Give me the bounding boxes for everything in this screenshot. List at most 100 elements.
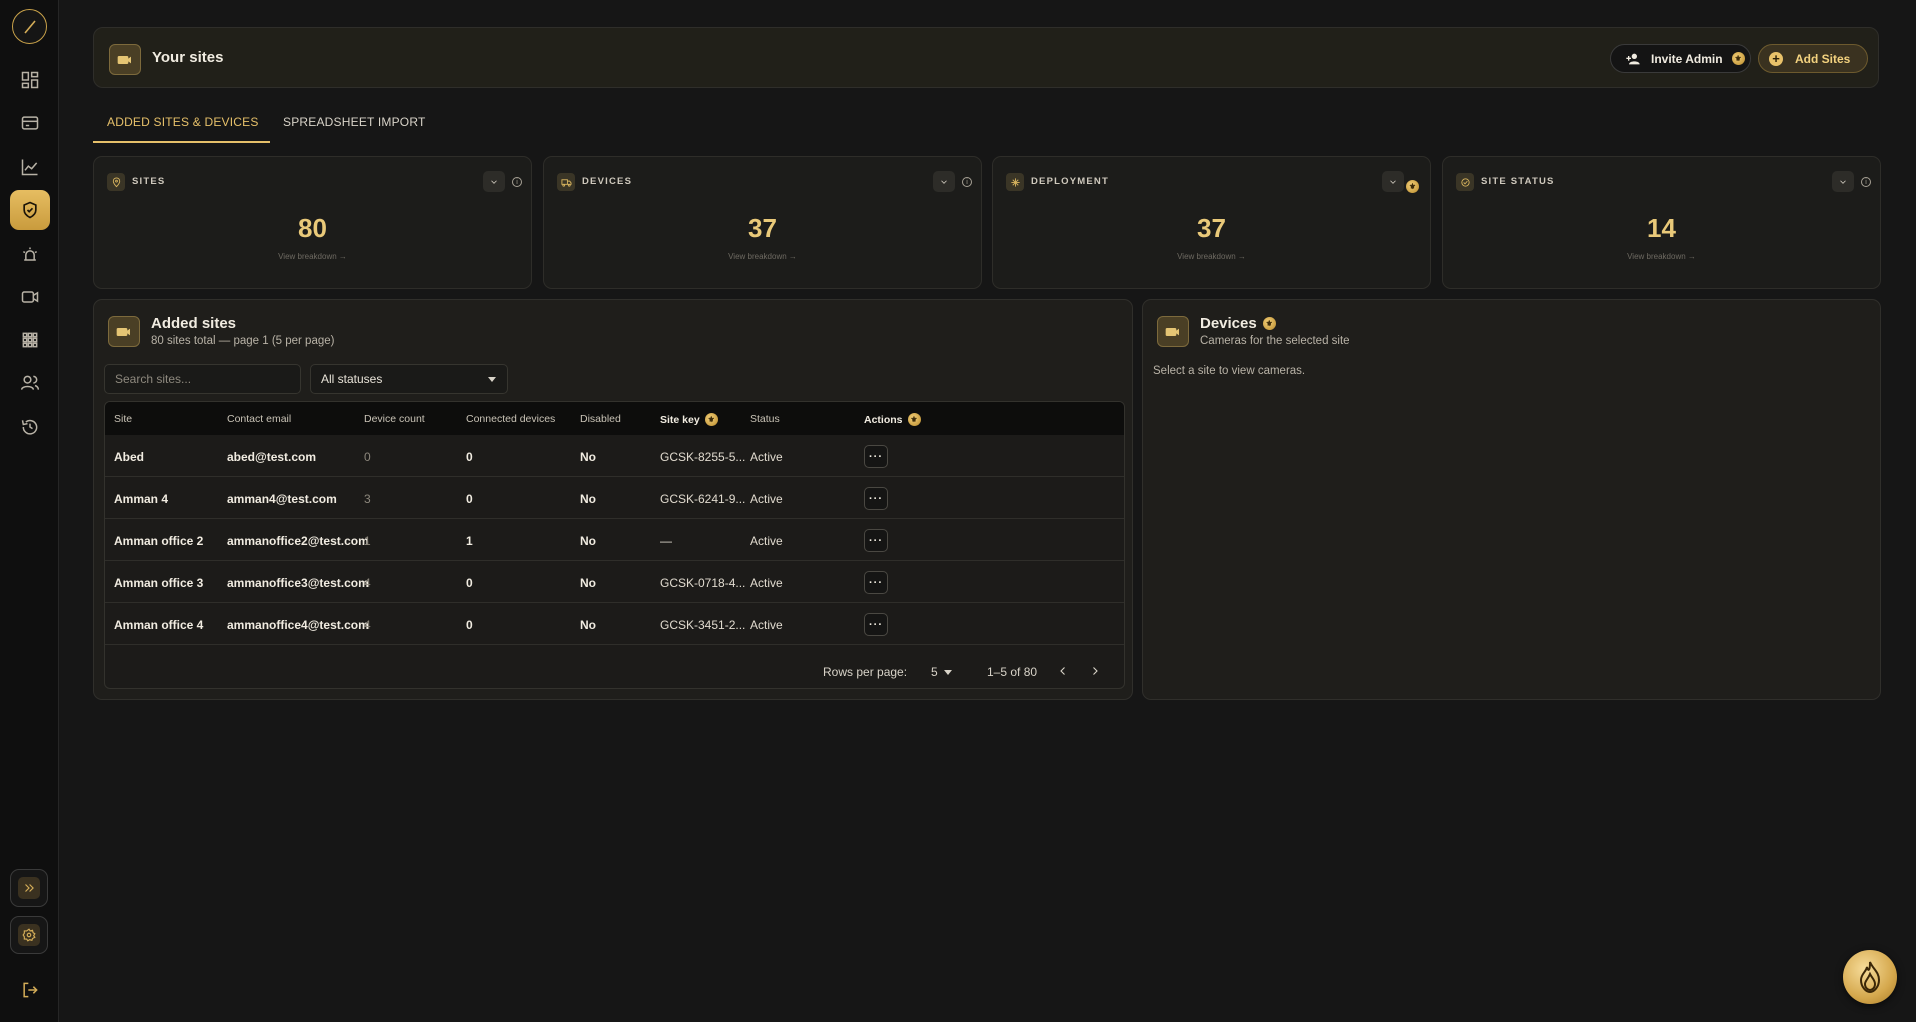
cell-site: Amman 4	[114, 492, 169, 506]
stat-value: 14	[1647, 213, 1676, 243]
column-header-connected: Connected devices	[466, 413, 556, 425]
logout-icon[interactable]	[19, 979, 41, 1001]
sites-table: Site Contact email Device count Connecte…	[104, 401, 1125, 689]
page-title: Your sites	[152, 49, 224, 66]
chevron-down-icon[interactable]	[1832, 171, 1854, 192]
cell-status: Active	[750, 450, 783, 464]
sidebar	[0, 0, 59, 1022]
stat-label: SITES	[132, 176, 166, 187]
cell-email: ammanoffice4@test.com	[227, 618, 369, 632]
view-breakdown-link[interactable]: View breakdown →	[544, 252, 981, 261]
panel-subtitle: 80 sites total — page 1 (5 per page)	[151, 335, 335, 347]
column-header-site-key-text: Site key	[660, 413, 700, 426]
view-breakdown-link[interactable]: View breakdown →	[94, 252, 531, 261]
expand-button[interactable]	[10, 869, 48, 907]
analytics-icon[interactable]	[19, 156, 41, 178]
tab-spreadsheet-import[interactable]: SPREADSHEET IMPORT	[283, 115, 426, 129]
spark-icon	[1006, 173, 1024, 191]
history-icon[interactable]	[19, 416, 41, 438]
cell-status: Active	[750, 492, 783, 506]
chevron-right-icon[interactable]	[1087, 663, 1103, 679]
video-camera-icon	[1157, 316, 1189, 347]
chevron-down-icon[interactable]	[483, 171, 505, 192]
cell-disabled: No	[580, 576, 596, 590]
users-icon[interactable]	[19, 372, 41, 394]
table-row[interactable]: Amman office 3 ammanoffice3@test.com 4 0…	[105, 561, 1124, 603]
cell-disabled: No	[580, 450, 596, 464]
video-camera-icon	[109, 44, 141, 75]
assistant-flame-button[interactable]	[1843, 950, 1897, 1004]
view-breakdown-link[interactable]: View breakdown →	[1443, 252, 1880, 261]
add-sites-label: Add Sites	[1795, 51, 1851, 66]
panel-title: Added sites	[151, 315, 236, 332]
page-header: Your sites Invite Admin ⚜ + Add Sites	[93, 27, 1879, 88]
row-actions-button[interactable]: ···	[864, 487, 888, 510]
table-row[interactable]: Abed abed@test.com 0 0 No GCSK-8255-5...…	[105, 435, 1124, 477]
chevrons-right-icon	[18, 877, 40, 899]
search-input[interactable]	[104, 364, 301, 394]
cell-status: Active	[750, 576, 783, 590]
grid-icon[interactable]	[19, 329, 41, 351]
cell-site-key: GCSK-3451-2...	[660, 618, 746, 632]
pagination-range: 1–5 of 80	[987, 665, 1038, 679]
video-icon[interactable]	[19, 286, 41, 308]
stat-value: 80	[298, 213, 327, 243]
devices-panel: Devices ⚜ Cameras for the selected site …	[1142, 299, 1881, 700]
cell-disabled: No	[580, 534, 596, 548]
chevron-down-icon[interactable]	[1382, 171, 1404, 192]
empty-state-text: Select a site to view cameras.	[1153, 365, 1306, 377]
stat-value: 37	[748, 213, 777, 243]
check-circle-icon	[1456, 173, 1474, 191]
panel-title-text: Added sites	[151, 315, 237, 332]
rows-per-page-select[interactable]: 5	[931, 665, 952, 679]
settings-button[interactable]	[10, 916, 48, 954]
row-actions-button[interactable]: ···	[864, 613, 888, 636]
table-row[interactable]: Amman office 2 ammanoffice2@test.com 1 1…	[105, 519, 1124, 561]
table-row[interactable]: Amman office 4 ammanoffice4@test.com 4 0…	[105, 603, 1124, 645]
alarm-icon[interactable]	[19, 244, 41, 266]
stat-label: DEVICES	[582, 176, 633, 187]
view-breakdown-link[interactable]: View breakdown →	[993, 252, 1430, 261]
shield-icon[interactable]	[10, 190, 50, 230]
premium-badge-icon: ⚜	[1262, 317, 1276, 330]
cell-email: abed@test.com	[227, 450, 317, 464]
add-sites-button[interactable]: + Add Sites	[1758, 44, 1868, 73]
table-header: Site Contact email Device count Connecte…	[105, 402, 1124, 435]
chevron-down-icon[interactable]	[933, 171, 955, 192]
stat-card-sites: SITES i 80 View breakdown →	[93, 156, 532, 289]
row-actions-button[interactable]: ···	[864, 571, 888, 594]
column-header-actions: Actions ⚜	[864, 413, 921, 426]
invite-admin-button[interactable]: Invite Admin ⚜	[1610, 44, 1751, 73]
chevron-left-icon[interactable]	[1055, 663, 1071, 679]
info-icon[interactable]: i	[962, 177, 972, 187]
tab-added-sites-devices[interactable]: ADDED SITES & DEVICES	[107, 115, 259, 129]
person-add-icon	[1626, 53, 1640, 64]
premium-badge-icon: ⚜	[1731, 52, 1745, 65]
panel-title: Devices ⚜	[1200, 315, 1276, 332]
video-camera-icon	[108, 316, 140, 347]
card-icon[interactable]	[19, 112, 41, 134]
logo-icon[interactable]	[12, 9, 47, 44]
cell-site: Amman office 2	[114, 534, 204, 548]
cell-device-count: 3	[364, 492, 371, 506]
cell-connected: 0	[466, 618, 473, 632]
panel-title-text: Devices	[1200, 315, 1257, 332]
cell-disabled: No	[580, 618, 596, 632]
stat-card-deployment: DEPLOYMENT ⚜ 37 View breakdown →	[992, 156, 1431, 289]
rows-per-page-value: 5	[931, 665, 938, 679]
cell-status: Active	[750, 618, 783, 632]
cell-site-key: —	[660, 534, 672, 548]
active-tab-indicator	[93, 141, 270, 143]
dashboard-icon[interactable]	[19, 69, 41, 91]
row-actions-button[interactable]: ···	[864, 445, 888, 468]
settings-icon	[18, 924, 40, 946]
table-row[interactable]: Amman 4 amman4@test.com 3 0 No GCSK-6241…	[105, 477, 1124, 519]
row-actions-button[interactable]: ···	[864, 529, 888, 552]
cell-site-key: GCSK-6241-9...	[660, 492, 746, 506]
status-filter-select[interactable]: All statuses	[310, 364, 508, 394]
stat-label: SITE STATUS	[1481, 176, 1555, 187]
status-filter-value: All statuses	[321, 372, 383, 386]
cell-site-key: GCSK-0718-4...	[660, 576, 746, 590]
info-icon[interactable]: i	[512, 177, 522, 187]
info-icon[interactable]: i	[1861, 177, 1871, 187]
